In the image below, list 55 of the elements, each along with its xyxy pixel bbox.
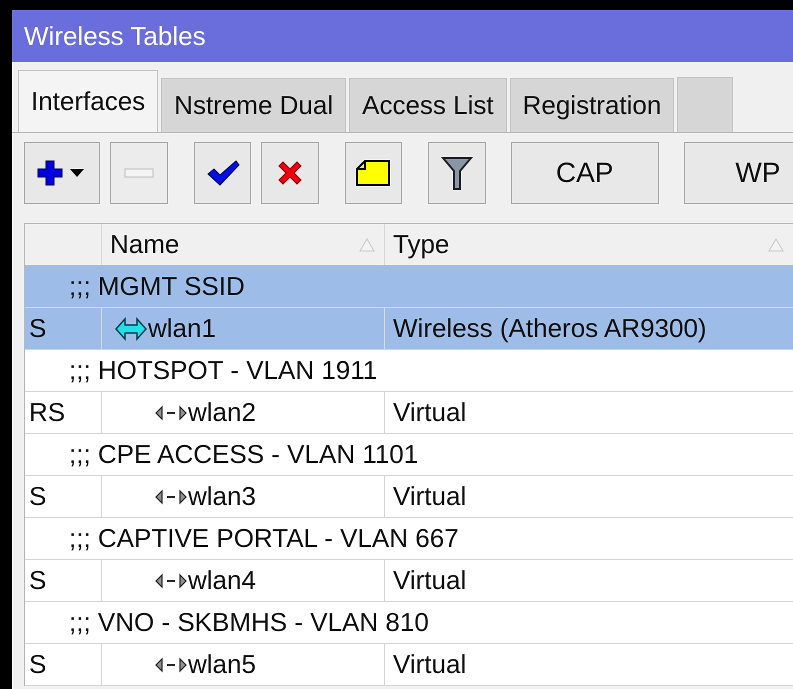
window-title: Wireless Tables	[24, 20, 206, 52]
column-header[interactable]: Name	[102, 224, 385, 265]
minus-icon	[124, 167, 154, 179]
table-cell: RS	[29, 397, 66, 428]
table-row[interactable]: S wlan4 Virtual	[25, 560, 793, 602]
sort-icon	[767, 236, 785, 252]
table-cell: wlan5	[188, 649, 256, 680]
comment-text: ;;; CPE ACCESS - VLAN 1101	[68, 439, 418, 470]
comment-text: ;;; HOTSPOT - VLAN 1911	[68, 355, 378, 386]
comment-button[interactable]	[344, 142, 402, 204]
column-header[interactable]: Type	[385, 224, 793, 265]
comment-row[interactable]: ;;; CAPTIVE PORTAL - VLAN 667	[25, 518, 793, 560]
enable-button[interactable]	[194, 142, 252, 204]
comment-text: ;;; MGMT SSID	[68, 271, 245, 302]
double-arrow-icon	[154, 656, 188, 674]
table-cell: wlan1	[148, 313, 216, 344]
check-icon	[206, 159, 240, 187]
toolbar-button[interactable]: WP	[684, 142, 793, 204]
filter-icon	[440, 155, 473, 191]
comment-row[interactable]: ;;; HOTSPOT - VLAN 1911	[25, 350, 793, 392]
tab[interactable]: Access List	[349, 78, 507, 132]
table-cell: S	[29, 313, 46, 344]
sort-icon	[358, 236, 376, 252]
comment-row[interactable]: ;;; MGMT SSID	[25, 266, 793, 308]
table-cell: Virtual	[393, 649, 466, 680]
table-cell: S	[29, 565, 46, 596]
table-cell: wlan2	[188, 397, 256, 428]
table-cell: Virtual	[393, 565, 466, 596]
table-cell: S	[29, 481, 46, 512]
comment-text: ;;; CAPTIVE PORTAL - VLAN 667	[68, 523, 459, 554]
table-row[interactable]: S wlan3 Virtual	[25, 476, 793, 518]
table-cell: Virtual	[393, 397, 466, 428]
disable-button[interactable]	[261, 142, 319, 204]
double-arrow-icon	[154, 488, 188, 506]
table-cell: wlan4	[188, 565, 256, 596]
add-button[interactable]	[24, 142, 100, 204]
double-arrow-icon	[114, 316, 148, 342]
table-row[interactable]: S wlan5 Virtual	[25, 644, 793, 686]
tab[interactable]: Nstreme Dual	[161, 78, 346, 132]
comment-row[interactable]: ;;; CPE ACCESS - VLAN 1101	[25, 434, 793, 476]
table-row[interactable]: RS wlan2 Virtual	[25, 392, 793, 434]
comment-row[interactable]: ;;; VNO - SKBMHS - VLAN 810	[25, 602, 793, 644]
note-icon	[355, 159, 392, 187]
filter-button[interactable]	[428, 142, 486, 204]
double-arrow-icon	[154, 572, 188, 590]
table-cell: Virtual	[393, 481, 466, 512]
toolbar-button[interactable]: CAP	[510, 142, 659, 204]
tab[interactable]: Registration	[510, 78, 674, 132]
tab[interactable]: Interfaces	[18, 70, 158, 132]
comment-text: ;;; VNO - SKBMHS - VLAN 810	[68, 607, 429, 638]
table-cell: S	[29, 649, 46, 680]
double-arrow-icon	[154, 404, 188, 422]
table-cell: Wireless (Atheros AR9300)	[393, 313, 707, 344]
table-cell: wlan3	[188, 481, 256, 512]
table-row[interactable]: S wlan1 Wireless (Atheros AR9300)	[25, 308, 793, 350]
